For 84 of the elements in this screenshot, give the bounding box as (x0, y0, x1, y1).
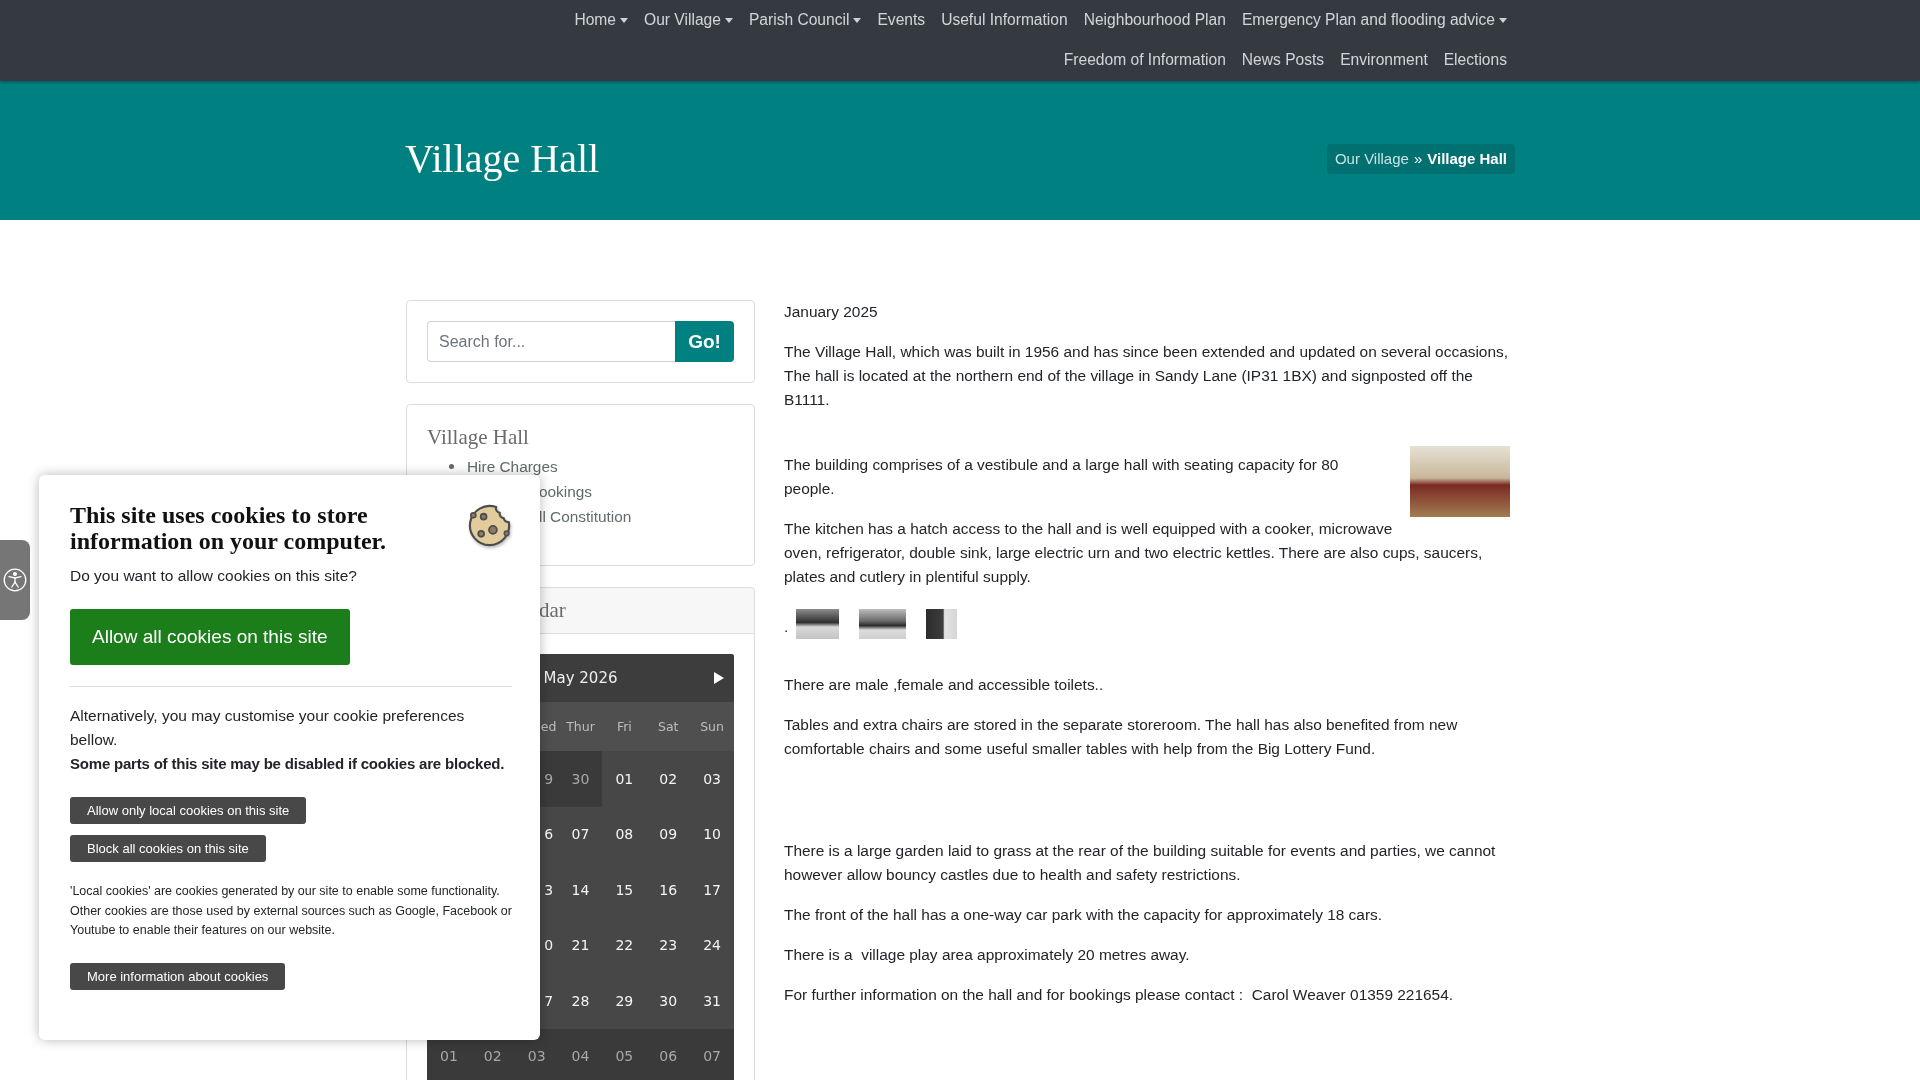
calendar-day: 15 (602, 862, 647, 918)
body-text: There is a large garden laid to grass at the rear of the building suitable for events and parties, we cannot however allow bouncy castles due to health and safety restrictions. (784, 841, 1497, 885)
calendar-day: 22 (602, 917, 647, 973)
dialog-question: Do you want to allow cookies on this site? (70, 566, 358, 586)
calendar-day: 29 (602, 973, 647, 1029)
page-title: Village Hall (405, 134, 600, 183)
calendar-day: 16 (646, 862, 691, 918)
go-button[interactable]: Go! (675, 321, 734, 362)
calendar-day: 21 (558, 917, 603, 973)
calendar-day: 09 (646, 806, 691, 862)
cookie-option-button[interactable]: Allow only local cookies on this site (70, 797, 307, 824)
nav-link[interactable]: Freedom of Information (1055, 40, 1234, 80)
card-title: dar (539, 598, 566, 623)
breadcrumb-current: Village Hall (1427, 150, 1507, 167)
calendar-day: 7 (538, 973, 559, 1029)
cookie-icon (466, 502, 513, 549)
calendar-month-label: May 2026 (543, 669, 618, 687)
nav-link[interactable]: Useful Information (933, 0, 1076, 40)
calendar-day: 10 (690, 806, 734, 862)
sidebar-link[interactable]: ll Constitution (539, 507, 632, 526)
card-title: Village Hall (427, 425, 530, 450)
nav-link[interactable]: Elections (1435, 40, 1515, 80)
nav-link[interactable]: Events (869, 0, 934, 40)
calendar-day: 23 (646, 917, 691, 973)
calendar-day: 30 (558, 751, 603, 807)
dialog-warning: Some parts of this site may be disabled if cookies are blocked. (70, 754, 506, 774)
allow-all-button[interactable]: Allow all cookies on this site (70, 609, 350, 665)
calendar-day: 07 (558, 806, 603, 862)
nav-link[interactable]: Environment (1332, 40, 1436, 80)
calendar-day: 07 (690, 1028, 734, 1080)
nav-link[interactable]: News Posts (1233, 40, 1333, 80)
calendar-day: 9 (538, 751, 559, 807)
calendar-day: 01 (602, 751, 647, 807)
calendar-day: 05 (602, 1028, 647, 1080)
nav-link[interactable]: Emergency Plan and flooding advice (1233, 0, 1515, 40)
accessibility-button[interactable] (0, 540, 30, 620)
search-field[interactable]: Search for... (427, 321, 675, 362)
calendar-day: 31 (690, 973, 734, 1029)
calendar-day: 24 (690, 917, 734, 973)
body-text: The Village Hall, which was built in 1956 and has since been extended and updated on several occasions, The hall is located at the northern end of the village in Sandy Lane (IP31 1BX) and signposted off the B1111. (784, 342, 1510, 410)
calendar-day: 17 (690, 862, 734, 918)
body-text: The kitchen has a hatch access to the hall and is well equipped with a cooker, microwave oven, refrigerator, double sink, large electric urn and two electric kettles. There are also cups, saucers, plates and cutlery in plentiful supply. (784, 519, 1484, 587)
calendar-day: 30 (646, 973, 691, 1029)
dialog-note: 'Local cookies' are cookies generated by our site to enable some functionality. Other cookies are those used by external sources such as Google, Facebook or Youtube to enable their features on our website. (70, 883, 512, 939)
weekday-label: ed (539, 718, 558, 736)
more-info-button[interactable]: More information about cookies (70, 962, 286, 990)
body-text: . (784, 617, 789, 637)
weekday-label: Thur (565, 718, 596, 736)
calendar-day: 6 (538, 806, 559, 862)
body-text: The building comprises of a vestibule and a large hall with seating capacity for 80 people. (784, 455, 1340, 499)
nav-link[interactable]: Neighbourhood Plan (1075, 0, 1234, 40)
sidebar-link[interactable]: ookings (539, 482, 593, 501)
calendar-day: 3 (538, 862, 559, 918)
date-text: January 2025 (784, 302, 879, 322)
body-text: There is a village play area approximately 20 metres away. (784, 945, 1191, 965)
calendar-day: 08 (602, 806, 647, 862)
calendar-day: 04 (558, 1028, 603, 1080)
nav-link[interactable]: Parish Council (740, 0, 870, 40)
photo-placeholder (796, 609, 840, 639)
caret-right-icon[interactable] (714, 672, 724, 684)
body-text: There are male ,female and accessible toilets.. (784, 675, 1105, 695)
nav-link[interactable]: Home (566, 0, 637, 40)
dialog-title: This site uses cookies to store information on your computer. (70, 502, 387, 554)
calendar-day: 0 (538, 917, 559, 973)
sidebar-link[interactable]: Hire Charges (467, 457, 558, 476)
calendar-day: 28 (558, 973, 603, 1029)
body-text: For further information on the hall and for bookings please contact : Carol Weaver 01359 221654. (784, 985, 1455, 1005)
accessibility-icon (3, 568, 27, 592)
cookie-option-button[interactable]: Block all cookies on this site (70, 835, 266, 862)
weekday-label: Sun (699, 718, 725, 736)
calendar-day: 02 (646, 751, 691, 807)
calendar-day: 14 (558, 862, 603, 918)
dialog-text: Alternatively, you may customise your cookie preferences bellow. (70, 706, 466, 750)
body-text: Tables and extra chairs are stored in the separate storeroom. The hall has also benefited from new comfortable chairs and some useful smaller tables with help from the Big Lottery Fund. (784, 715, 1459, 759)
weekday-label: Fri (615, 718, 633, 736)
nav-link[interactable]: Our Village (636, 0, 741, 40)
photo-placeholder (859, 609, 907, 639)
calendar-day: 06 (646, 1028, 691, 1080)
calendar-day: 03 (690, 751, 734, 807)
breadcrumb-link[interactable]: Our Village (1334, 150, 1409, 167)
breadcrumb-separator: » (1413, 150, 1423, 167)
body-text: The front of the hall has a one-way car park with the capacity for approximately 18 cars. (784, 905, 1384, 925)
photo-placeholder (926, 609, 958, 639)
weekday-label: Sat (656, 718, 680, 736)
